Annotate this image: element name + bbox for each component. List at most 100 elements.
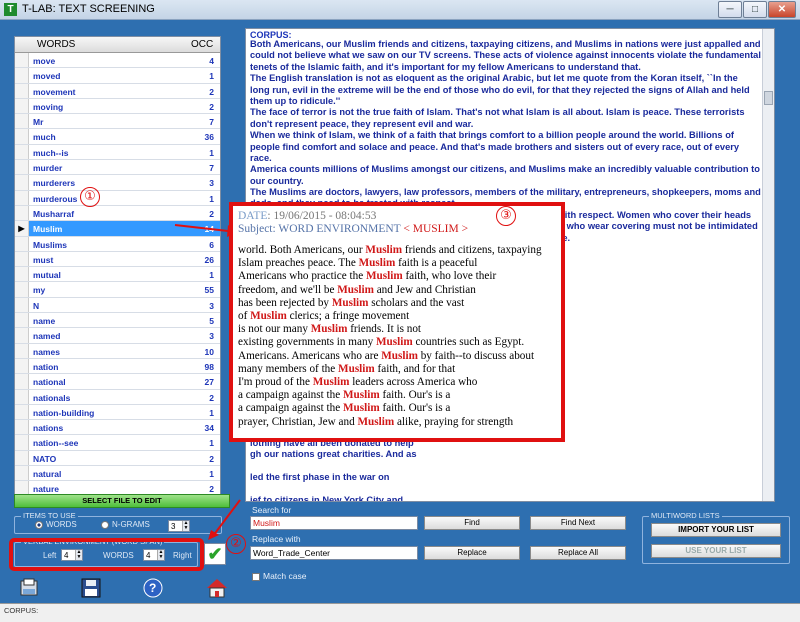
ngrams-radio[interactable] xyxy=(101,520,109,529)
annotation-box-2 xyxy=(9,538,204,571)
search-input[interactable]: Muslim xyxy=(250,516,418,530)
table-row[interactable]: Mr 7 xyxy=(15,114,220,130)
row-marker[interactable] xyxy=(15,98,29,114)
context-text: I'm proud of the xyxy=(238,376,313,389)
row-marker[interactable] xyxy=(15,83,29,98)
row-marker[interactable] xyxy=(15,53,29,68)
match-case-option[interactable]: Match case xyxy=(252,571,306,581)
context-line: existing governments in many Muslim coun… xyxy=(238,336,558,349)
words-column-header[interactable]: WORDS xyxy=(37,39,75,50)
table-row[interactable]: nation--see 1 xyxy=(15,435,220,451)
match-case-checkbox[interactable] xyxy=(252,572,260,581)
row-marker[interactable] xyxy=(15,114,29,129)
row-marker[interactable] xyxy=(15,236,29,251)
context-line: a campaign against the Muslim faith. Our… xyxy=(238,389,558,402)
replace-all-button[interactable]: Replace All xyxy=(530,546,626,560)
table-row[interactable]: murderers 3 xyxy=(15,175,220,191)
ngrams-option[interactable]: N-GRAMS xyxy=(101,520,150,529)
row-marker[interactable] xyxy=(15,205,29,221)
word-cell: murder xyxy=(33,163,63,174)
row-marker[interactable] xyxy=(15,175,29,190)
replace-button[interactable]: Replace xyxy=(424,546,520,560)
row-marker[interactable] xyxy=(15,404,29,420)
table-row[interactable]: NATO 2 xyxy=(15,450,220,467)
ngram-stepper[interactable]: 3 ▲ ▼ xyxy=(168,520,190,532)
popup-date: DATE: 19/06/2015 - 08:04:53 xyxy=(238,210,376,222)
row-marker[interactable] xyxy=(15,374,29,389)
table-row[interactable]: murderous 1 xyxy=(15,190,220,206)
corpus-scroll-thumb[interactable] xyxy=(764,91,773,105)
occ-cell: 34 xyxy=(204,423,214,434)
corpus-scrollbar[interactable] xyxy=(762,29,774,501)
maximize-button[interactable]: □ xyxy=(743,1,767,18)
table-row[interactable]: names 10 xyxy=(15,343,220,359)
import-list-button[interactable]: IMPORT YOUR LIST xyxy=(651,523,781,537)
save-icon[interactable] xyxy=(80,577,102,599)
ngram-stepper-arrows[interactable]: ▲ ▼ xyxy=(182,521,189,531)
close-button[interactable]: ✕ xyxy=(768,1,796,18)
row-marker[interactable] xyxy=(15,282,29,297)
row-marker[interactable] xyxy=(15,343,29,358)
ngram-value: 3 xyxy=(171,522,176,531)
row-marker[interactable] xyxy=(15,251,29,267)
words-option[interactable]: WORDS xyxy=(35,520,77,529)
table-row[interactable]: mutual 1 xyxy=(15,267,220,283)
table-row[interactable]: much 36 xyxy=(15,129,220,145)
table-row[interactable]: named 3 xyxy=(15,328,220,344)
table-row[interactable]: national 27 xyxy=(15,374,220,390)
find-button[interactable]: Find xyxy=(424,516,520,530)
row-marker[interactable] xyxy=(15,466,29,481)
help-icon[interactable]: ? xyxy=(142,577,164,599)
table-row[interactable]: my 55 xyxy=(15,282,220,298)
corpus-line: The face of terror is not the true faith… xyxy=(250,107,745,118)
use-list-button[interactable]: USE YOUR LIST xyxy=(651,544,781,558)
table-row[interactable]: move 4 xyxy=(15,53,220,69)
table-row[interactable]: name 5 xyxy=(15,313,220,329)
row-marker[interactable] xyxy=(15,313,29,328)
word-grid[interactable]: WORDS OCC move 4 moved 1 movement 2 moving 2 Mr 7… xyxy=(14,36,221,506)
row-marker[interactable] xyxy=(15,144,29,160)
row-marker[interactable]: ▶ xyxy=(15,221,29,236)
table-row[interactable]: must 26 xyxy=(15,251,220,268)
context-text: friends. It is not xyxy=(347,323,422,336)
home-icon[interactable] xyxy=(206,577,228,599)
ngrams-option-label: N-GRAMS xyxy=(112,520,150,529)
table-row[interactable]: natural 1 xyxy=(15,466,220,482)
select-file-button[interactable]: SELECT FILE TO EDIT xyxy=(14,494,230,508)
row-marker[interactable] xyxy=(15,68,29,83)
status-bar: CORPUS: xyxy=(0,603,800,622)
context-text: faith. Our's is a xyxy=(379,402,451,415)
occ-cell: 27 xyxy=(204,377,214,388)
row-marker[interactable] xyxy=(15,267,29,282)
date-label: DATE xyxy=(238,210,268,222)
row-marker[interactable] xyxy=(15,435,29,450)
minimize-button[interactable]: ─ xyxy=(718,1,742,18)
occ-cell: 3 xyxy=(209,331,214,342)
table-row[interactable]: nations 34 xyxy=(15,420,220,436)
row-marker[interactable] xyxy=(15,450,29,466)
print-icon[interactable] xyxy=(18,577,40,599)
table-row[interactable]: movement 2 xyxy=(15,83,220,99)
row-marker[interactable] xyxy=(15,358,29,374)
occ-column-header[interactable]: OCC xyxy=(191,39,213,50)
row-marker[interactable] xyxy=(15,420,29,435)
table-row[interactable]: moving 2 xyxy=(15,98,220,115)
row-marker[interactable] xyxy=(15,160,29,175)
words-radio[interactable] xyxy=(35,520,43,529)
apply-check-button[interactable]: ✔ xyxy=(204,543,226,565)
replace-input[interactable]: Word_Trade_Center xyxy=(250,546,418,560)
table-row[interactable]: nationals 2 xyxy=(15,389,220,405)
find-next-button[interactable]: Find Next xyxy=(530,516,626,530)
table-row[interactable]: nation 98 xyxy=(15,358,220,375)
row-marker[interactable] xyxy=(15,297,29,313)
table-row[interactable]: much--is 1 xyxy=(15,144,220,161)
table-row[interactable]: murder 7 xyxy=(15,160,220,176)
corpus-line xyxy=(250,483,762,494)
row-marker[interactable] xyxy=(15,129,29,144)
row-marker[interactable] xyxy=(15,389,29,404)
table-row[interactable]: nation-building 1 xyxy=(15,404,220,421)
row-marker[interactable] xyxy=(15,190,29,205)
table-row[interactable]: moved 1 xyxy=(15,68,220,84)
row-marker[interactable] xyxy=(15,328,29,343)
table-row[interactable]: N3 xyxy=(15,297,220,314)
